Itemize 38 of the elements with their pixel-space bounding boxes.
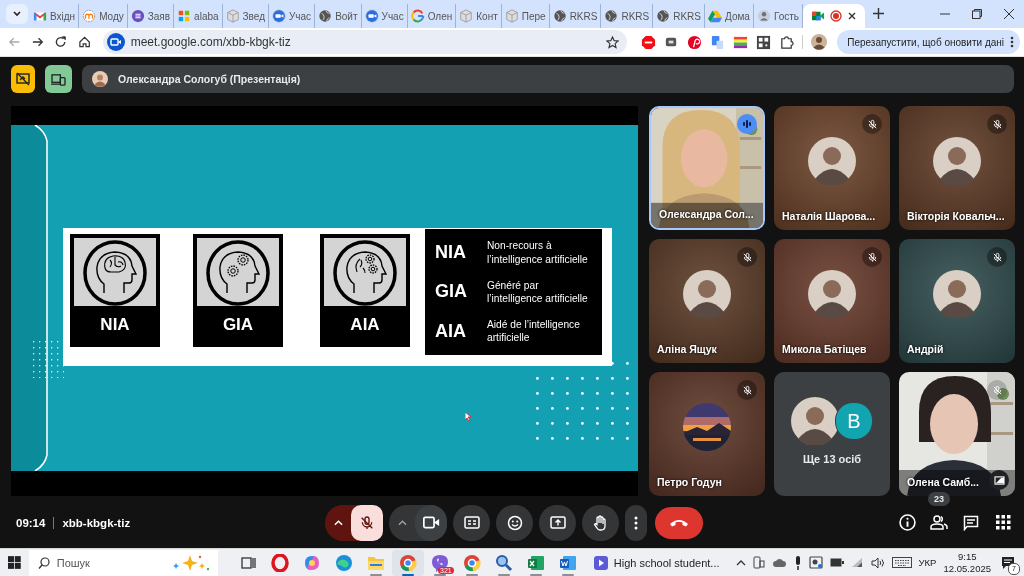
participant-name: Наталія Шарова... [782, 210, 876, 222]
legend-description: Non-recours à l’intelligence artificielle [487, 239, 589, 266]
card-label: AIA [350, 315, 380, 335]
meeting-code: xbb-kbgk-tiz [62, 516, 131, 529]
address-bar[interactable]: meet.google.com/xbb-kbgk-tiz [102, 30, 628, 54]
legend-description: Aidé de l’intelligence artificielle [487, 318, 581, 345]
participant-name: Аліна Ящук [657, 343, 717, 355]
legend-abbreviation: NIA [435, 242, 467, 264]
participant-tile[interactable]: Петро Годун [649, 372, 765, 496]
legend-abbreviation: AIA [435, 320, 467, 342]
url-text: meet.google.com/xbb-kbgk-tiz [130, 35, 292, 49]
participant-name: Олександра Сол... [659, 208, 754, 220]
participant-name: Петро Годун [657, 476, 722, 488]
participant-name: Вікторія Ковальч... [907, 210, 1005, 222]
clock[interactable]: 9:15 12.05.2025 [943, 550, 991, 575]
input-language[interactable]: УКР [918, 557, 937, 568]
avatar-initial: B [835, 402, 873, 440]
more-participants-label: Ще 13 осіб [802, 453, 862, 465]
participant-tile[interactable]: Микола Батіщев [774, 239, 890, 363]
presenter-name: Олександра Сологуб (Презентація) [118, 73, 301, 85]
participant-name: Олена Самб... [907, 476, 979, 488]
media-widget[interactable]: High school student... [593, 555, 720, 570]
participant-tile[interactable]: Аліна Ящук [649, 239, 765, 363]
card-label: NIA [100, 315, 130, 335]
participant-name: Андрій [907, 343, 944, 355]
meeting-time: 09:14 [16, 516, 46, 529]
participant-name: Микола Батіщев [782, 343, 867, 355]
legend-description: Généré par l’intelligence artificielle [487, 278, 589, 306]
relaunch-button[interactable]: Перезапустити, щоб оновити дані [837, 30, 1021, 54]
participant-tile[interactable]: Олена Самб... [899, 372, 1015, 496]
participant-tile[interactable]: Андрій [899, 239, 1015, 363]
participant-tile[interactable]: Олександра Сол... [649, 106, 765, 230]
taskbar-search-field[interactable]: Пошук [28, 549, 218, 576]
legend-abbreviation: GIA [435, 281, 468, 303]
participant-tile[interactable]: Вікторія Ковальч... [899, 106, 1015, 230]
participant-tile[interactable]: B Ще 13 осіб [774, 372, 890, 496]
participant-tile[interactable]: Наталія Шарова... [774, 106, 890, 230]
card-label: GIA [222, 315, 254, 335]
